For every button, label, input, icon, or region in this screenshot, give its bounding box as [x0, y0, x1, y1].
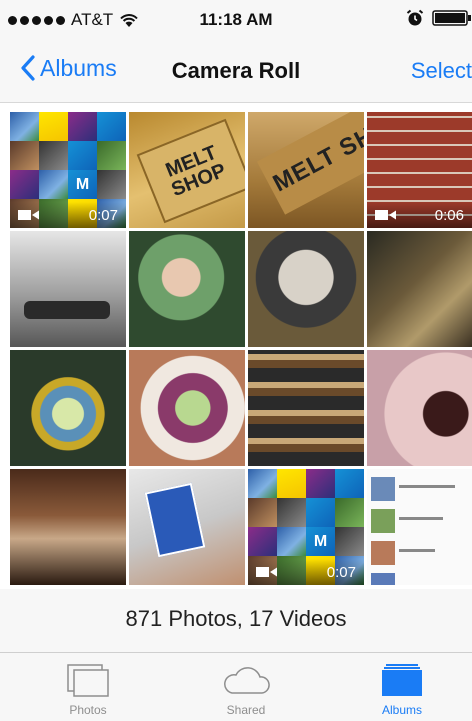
collage-letter: M: [306, 527, 335, 556]
tab-bar: Photos Shared Albums: [0, 652, 472, 721]
photo-thumbnail[interactable]: [10, 350, 126, 466]
tab-photos[interactable]: Photos: [28, 653, 148, 721]
tab-shared[interactable]: Shared: [186, 653, 306, 721]
melt-shop-sign: MELT SHOP: [136, 118, 245, 224]
video-duration: 0:06: [434, 206, 464, 224]
tab-albums[interactable]: Albums: [342, 653, 462, 721]
tab-label: Shared: [226, 703, 266, 717]
photo-thumbnail[interactable]: [129, 350, 245, 466]
photo-thumbnail[interactable]: [367, 350, 472, 466]
photo-thumbnail[interactable]: [248, 231, 364, 347]
navigation-bar: Albums Camera Roll Select: [0, 40, 472, 103]
cloud-icon: [224, 667, 270, 694]
photo-thumbnail[interactable]: [248, 350, 364, 466]
photo-thumbnail[interactable]: [10, 231, 126, 347]
tab-label: Photos: [69, 703, 107, 717]
photo-thumbnail[interactable]: [367, 469, 472, 585]
status-time: 11:18 AM: [199, 10, 273, 29]
photo-count-summary: 871 Photos, 17 Videos: [125, 606, 347, 631]
video-camera-icon: [375, 210, 396, 220]
video-badge: 0:06: [367, 202, 472, 228]
select-button[interactable]: Select: [411, 58, 472, 84]
photo-thumbnail[interactable]: M 0:07: [248, 469, 364, 585]
page-title: Camera Roll: [171, 58, 301, 83]
albums-icon: [382, 664, 422, 696]
photo-thumbnail[interactable]: [10, 469, 126, 585]
tab-label: Albums: [381, 703, 422, 717]
video-badge: 0:07: [248, 559, 364, 585]
photo-thumbnail[interactable]: [129, 231, 245, 347]
photo-thumbnail[interactable]: MELT SHOP: [129, 112, 245, 228]
battery-icon: [432, 10, 471, 26]
photo-thumbnail[interactable]: [367, 231, 472, 347]
video-duration: 0:07: [88, 206, 118, 224]
photo-grid: M 0:07 MELT SHOP MELT SH 0:06 M 0:07: [0, 103, 472, 589]
alarm-clock-icon: [406, 9, 424, 26]
photo-thumbnail[interactable]: 0:06: [367, 112, 472, 228]
video-camera-icon: [18, 210, 39, 220]
video-badge: 0:07: [10, 202, 126, 228]
photo-thumbnail[interactable]: [129, 469, 245, 585]
status-right: [406, 9, 472, 27]
status-bar: AT&T 11:18 AM: [0, 0, 472, 40]
melt-shop-box: MELT SH: [256, 112, 364, 215]
collage-letter: M: [68, 170, 97, 199]
photo-thumbnail[interactable]: MELT SH: [248, 112, 364, 228]
photos-icon: [67, 664, 109, 697]
video-duration: 0:07: [326, 563, 356, 581]
video-camera-icon: [256, 567, 277, 577]
photo-thumbnail[interactable]: M 0:07: [10, 112, 126, 228]
